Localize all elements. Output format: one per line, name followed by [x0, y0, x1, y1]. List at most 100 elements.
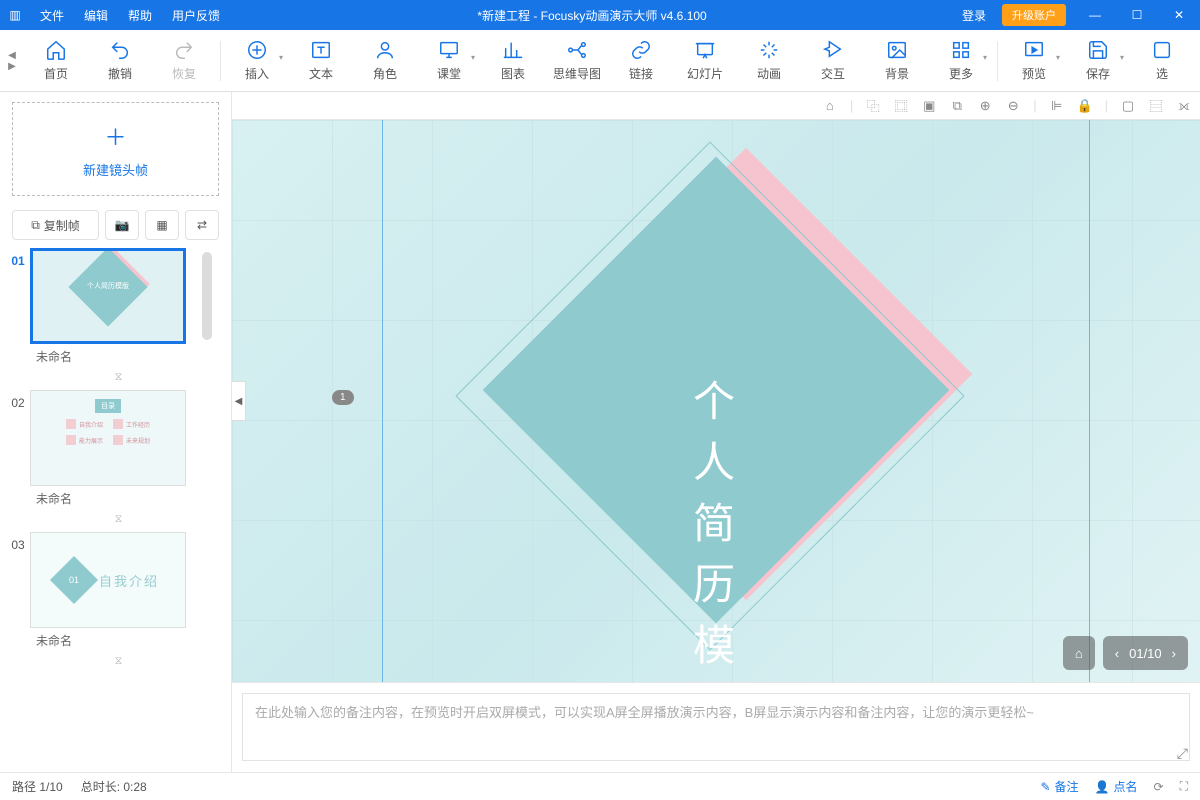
tool-redo[interactable]: 恢复 — [152, 39, 216, 82]
text-icon — [310, 39, 332, 61]
board-icon — [438, 39, 460, 61]
timer-icon: ⧖ — [6, 513, 231, 530]
toolbar-scroll-left[interactable]: ◀▶ — [0, 50, 24, 72]
select-icon — [1151, 39, 1173, 61]
tool-undo[interactable]: 撤销 — [88, 39, 152, 82]
nav-home-button[interactable]: ⌂ — [1063, 636, 1095, 670]
window-maximize-icon[interactable]: ☐ — [1116, 8, 1158, 22]
align-icon[interactable]: ⊫ — [1049, 98, 1065, 114]
upgrade-button[interactable]: 升级账户 — [1002, 4, 1066, 26]
home-icon[interactable]: ⌂ — [822, 98, 838, 113]
canvas-topbar: ⌂ | ⿻ ⿴ ▣ ⧉ ⊕ ⊖ | ⊫ 🔒 | ▢ ⿳ ⟗ — [232, 92, 1200, 120]
tool-bg[interactable]: 背景 — [865, 39, 929, 82]
window-title: *新建工程 - Focusky动画演示大师 v4.6.100 — [230, 7, 954, 24]
timer-icon: ⧖ — [6, 371, 231, 388]
notes-input[interactable]: 在此处输入您的备注内容，在预览时开启双屏模式，可以实现A屏全屏播放演示内容，B屏… — [242, 693, 1190, 761]
canvas-viewport[interactable]: 1 ◀ 个人简历模版Focusky ⌂ ‹ 01/10 › — [232, 120, 1200, 682]
zoom-out-icon[interactable]: ⊖ — [1005, 98, 1021, 114]
tool-select[interactable]: 选 — [1130, 39, 1194, 82]
duplicate-icon[interactable]: ⧉ — [949, 98, 965, 114]
slide-title: 未命名 — [6, 628, 231, 655]
tool-anim[interactable]: 动画 — [737, 39, 801, 82]
tool-interact[interactable]: 交互 — [801, 39, 865, 82]
menu-edit[interactable]: 编辑 — [74, 7, 118, 24]
tool-text[interactable]: 文本 — [289, 39, 353, 82]
interact-icon — [822, 39, 844, 61]
lock-icon[interactable]: 🔒 — [1077, 98, 1093, 114]
page-counter: 01/10 — [1129, 646, 1162, 661]
camera-icon[interactable]: ▢ — [1120, 98, 1136, 114]
clipboard-icon[interactable]: ▣ — [921, 98, 937, 114]
grid-icon — [950, 39, 972, 61]
menu-file[interactable]: 文件 — [30, 7, 74, 24]
tool-mindmap[interactable]: 思维导图 — [545, 39, 609, 82]
status-path: 路径 1/10 — [12, 778, 63, 795]
camera-button[interactable]: 📷 — [105, 210, 139, 240]
slide-thumbnail[interactable]: 01自我介绍 — [30, 532, 186, 628]
notes-toggle-button[interactable]: ✎备注 — [1040, 778, 1078, 795]
tool-preview[interactable]: 预览▾ — [1002, 39, 1066, 82]
slide-item-3[interactable]: 03 01自我介绍 未命名 ⧖ — [6, 532, 231, 672]
guide-line[interactable] — [1089, 120, 1090, 682]
tool-role[interactable]: 角色 — [353, 39, 417, 82]
layer-icon[interactable]: ⿳ — [1148, 96, 1164, 115]
chart-icon — [502, 39, 524, 61]
qr-button[interactable]: ▦ — [145, 210, 179, 240]
tool-save[interactable]: 保存▾ — [1066, 39, 1130, 82]
tool-home[interactable]: 首页 — [24, 39, 88, 82]
tool-chart[interactable]: 图表 — [481, 39, 545, 82]
menu-feedback[interactable]: 用户反馈 — [162, 7, 230, 24]
main-toolbar: ◀▶ 首页 撤销 恢复 插入▾ 文本 角色 课堂▾ 图表 思维导图 链接 幻灯片… — [0, 30, 1200, 92]
pencil-icon: ✎ — [1040, 780, 1050, 794]
slide-thumbnail[interactable]: 个人简历模版 — [30, 248, 186, 344]
tool-link[interactable]: 链接 — [609, 39, 673, 82]
slide-title: 未命名 — [6, 344, 231, 371]
prev-slide-button[interactable]: ‹ — [1115, 646, 1119, 661]
new-frame-button[interactable]: ＋ 新建镜头帧 — [12, 102, 219, 196]
paste-icon[interactable]: ⿴ — [893, 96, 909, 115]
status-bar: 路径 1/10 总时长: 0:28 ✎备注 👤点名 ⟳ ⛶ — [0, 772, 1200, 800]
frame-marker[interactable]: 1 — [332, 390, 354, 405]
plus-icon: ＋ — [104, 120, 126, 152]
next-slide-button[interactable]: › — [1172, 646, 1176, 661]
slide-number: 03 — [6, 532, 30, 628]
window-close-icon[interactable]: ✕ — [1158, 8, 1200, 22]
timer-icon: ⧖ — [6, 655, 231, 672]
redo-icon — [173, 39, 195, 61]
swap-button[interactable]: ⇄ — [185, 210, 219, 240]
slide-item-1[interactable]: 01 个人简历模版 未命名 ⧖ — [6, 248, 231, 388]
mindmap-icon — [566, 39, 588, 61]
canvas-nav-overlay: ⌂ ‹ 01/10 › — [1063, 636, 1188, 670]
status-duration: 总时长: 0:28 — [81, 778, 147, 795]
plus-circle-icon — [246, 39, 268, 61]
tool-class[interactable]: 课堂▾ — [417, 39, 481, 82]
sidebar-tools: ⧉复制帧 📷 ▦ ⇄ — [0, 202, 231, 248]
rollcall-button[interactable]: 👤点名 — [1095, 778, 1138, 795]
slide-thumbnail[interactable]: 目录 自我介绍工作经历 能力展示未来规划 — [30, 390, 186, 486]
crop-icon[interactable]: ⟗ — [1176, 98, 1192, 114]
window-minimize-icon[interactable]: — — [1074, 8, 1116, 22]
tool-insert[interactable]: 插入▾ — [225, 39, 289, 82]
login-button[interactable]: 登录 — [954, 7, 994, 24]
tool-slide[interactable]: 幻灯片 — [673, 39, 737, 82]
guide-line[interactable] — [382, 120, 383, 682]
camera-icon: 📷 — [115, 218, 130, 232]
copy-frame-button[interactable]: ⧉复制帧 — [12, 210, 99, 240]
expand-icon[interactable]: ⤢ — [1177, 745, 1188, 762]
sidebar-scrollbar[interactable] — [202, 252, 212, 340]
collapse-sidebar-button[interactable]: ◀ — [232, 381, 246, 421]
zoom-in-icon[interactable]: ⊕ — [977, 98, 993, 114]
fullscreen-icon[interactable]: ⛶ — [1180, 779, 1188, 794]
status-extra-icon[interactable]: ⟳ — [1154, 780, 1164, 794]
image-icon — [886, 39, 908, 61]
copy-icon: ⧉ — [31, 218, 40, 233]
nav-page-control: ‹ 01/10 › — [1103, 636, 1188, 670]
menu-help[interactable]: 帮助 — [118, 7, 162, 24]
slide-item-2[interactable]: 02 目录 自我介绍工作经历 能力展示未来规划 未命名 ⧖ — [6, 390, 231, 530]
tool-more[interactable]: 更多▾ — [929, 39, 993, 82]
copy-icon[interactable]: ⿻ — [865, 96, 881, 115]
qr-icon: ▦ — [156, 218, 167, 232]
title-bar: ▥ 文件 编辑 帮助 用户反馈 *新建工程 - Focusky动画演示大师 v4… — [0, 0, 1200, 30]
notes-panel: 在此处输入您的备注内容，在预览时开启双屏模式，可以实现A屏全屏播放演示内容，B屏… — [232, 682, 1200, 772]
sidebar: ＋ 新建镜头帧 ⧉复制帧 📷 ▦ ⇄ 01 个人简历模版 未命名 ⧖ — [0, 92, 232, 772]
